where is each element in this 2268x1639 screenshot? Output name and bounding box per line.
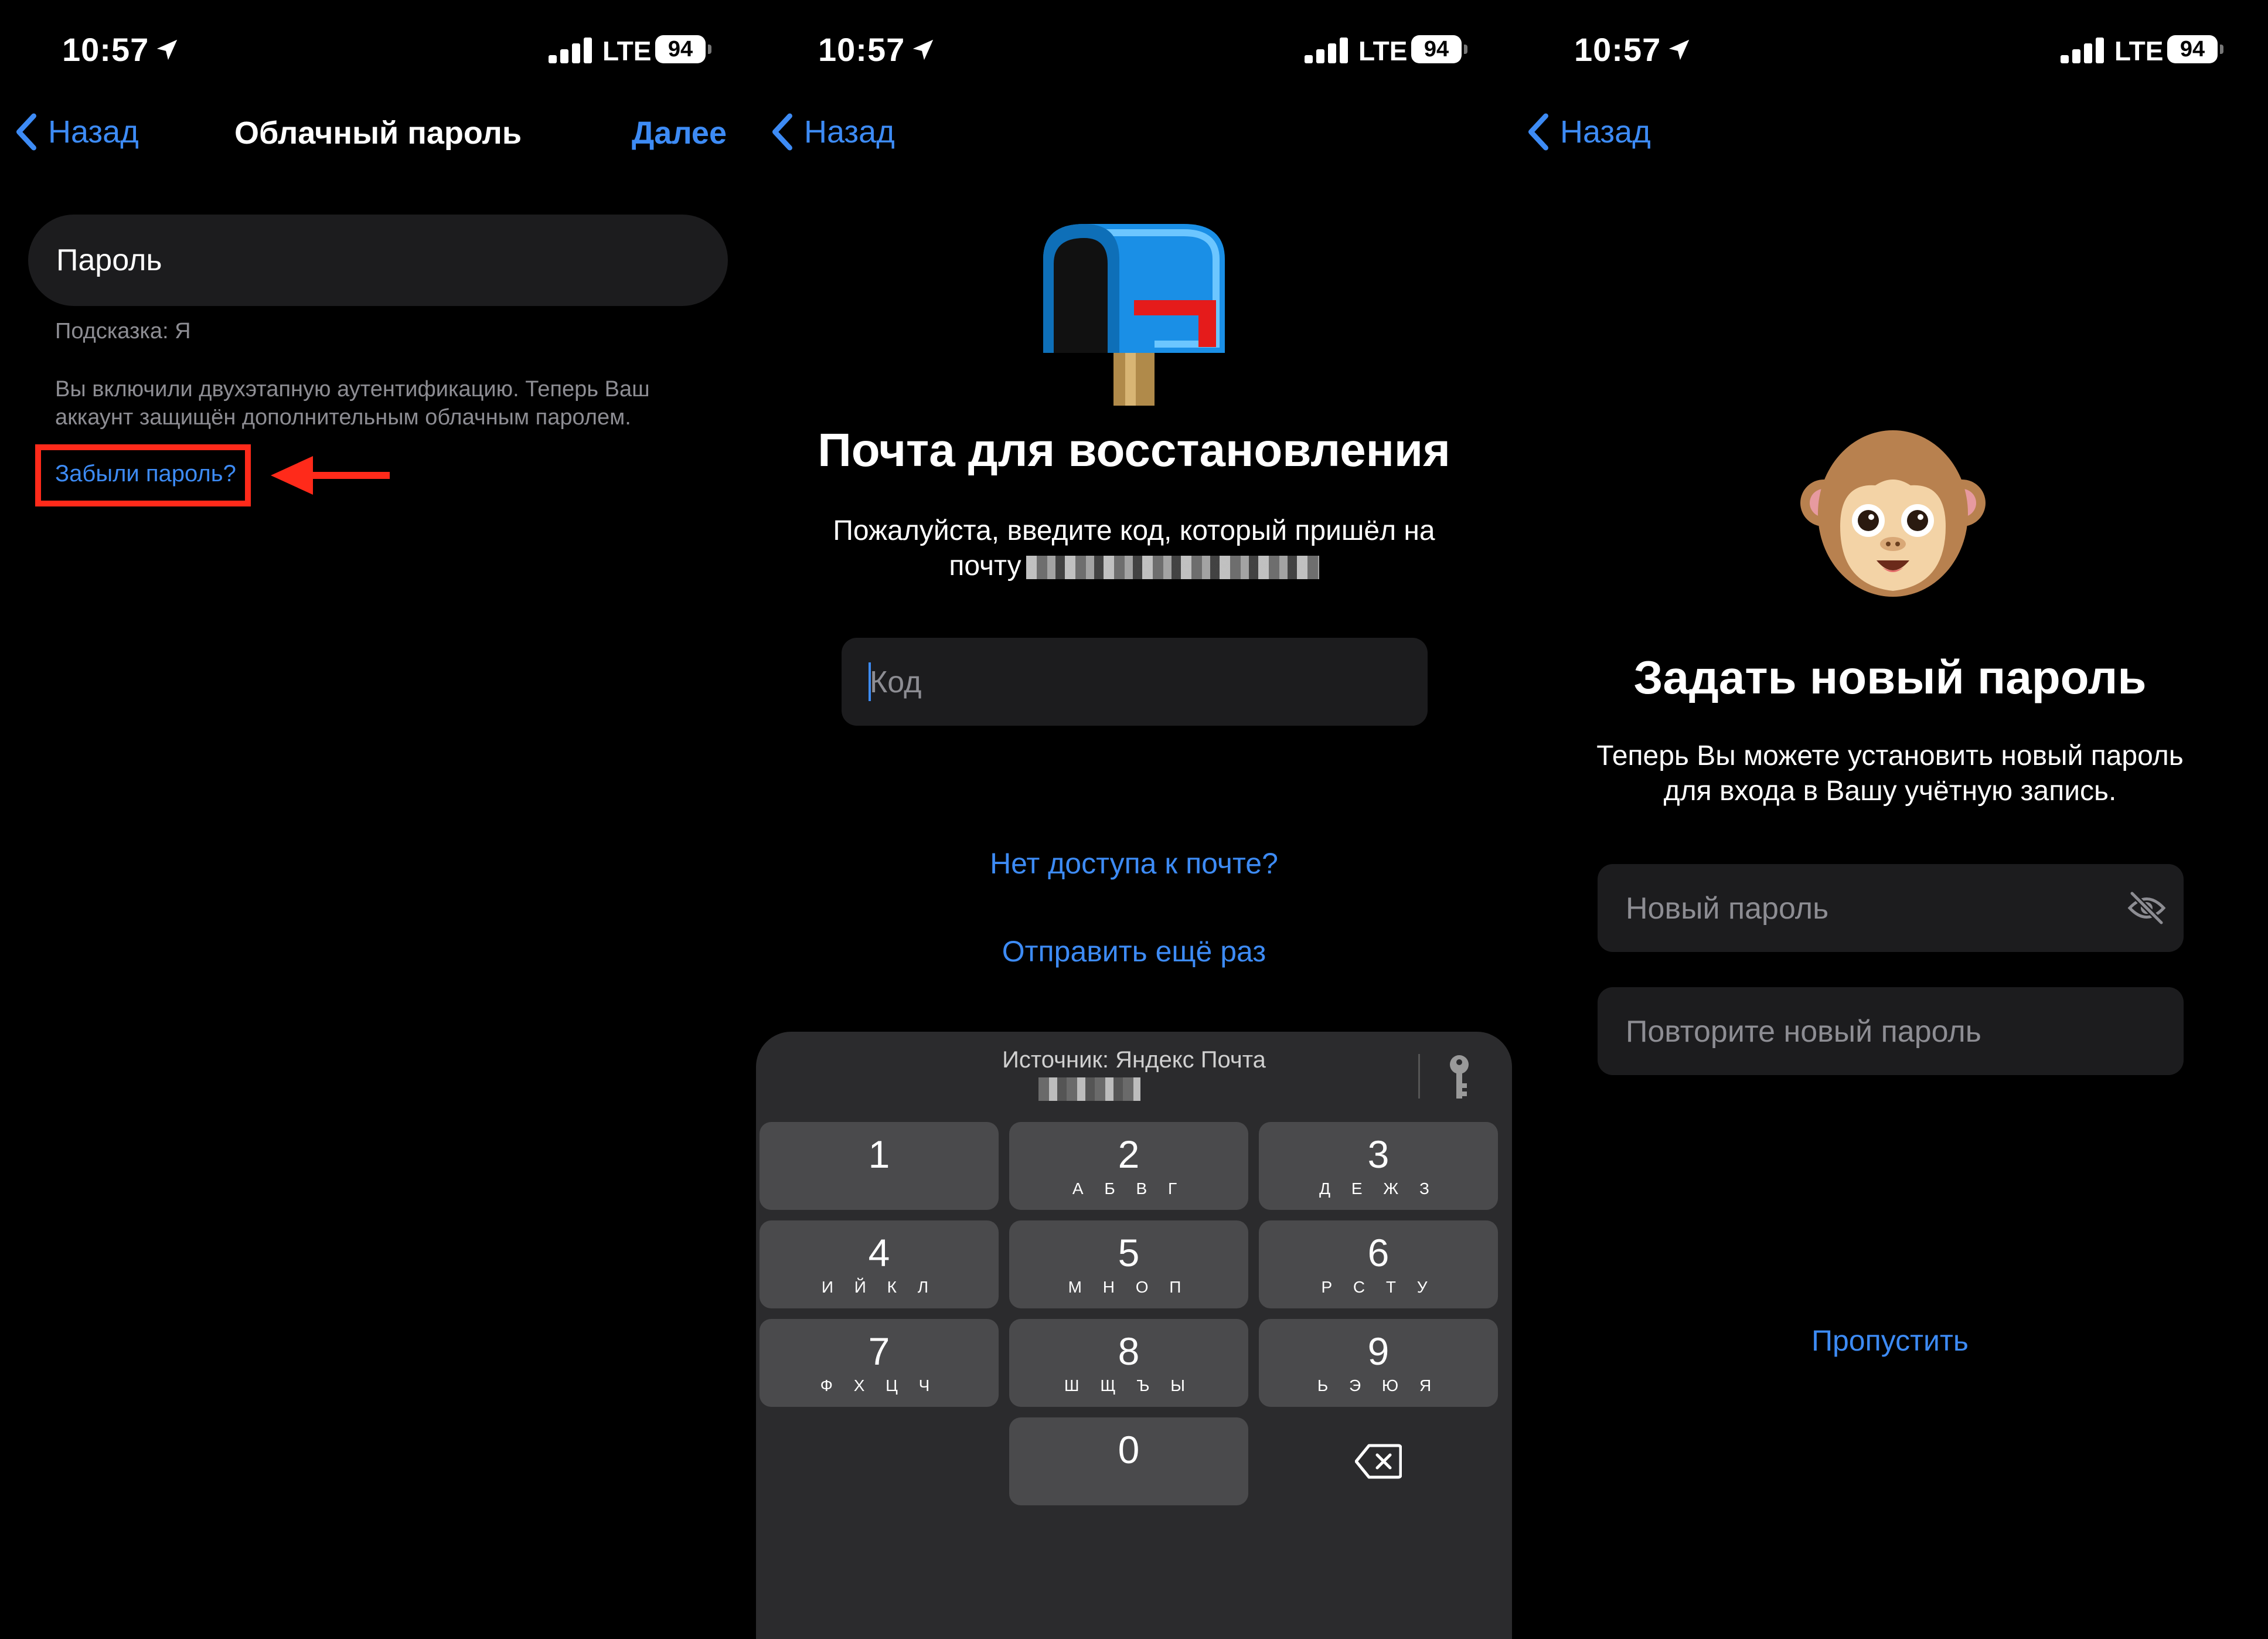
- cellular-signal-icon: [2061, 38, 2104, 63]
- code-placeholder: Код: [870, 665, 922, 699]
- instructions-line-1: Пожалуйста, введите код, который пришёл …: [833, 515, 1435, 546]
- key-5[interactable]: 5 М Н О П: [1009, 1220, 1248, 1308]
- recovery-instructions: Пожалуйста, введите код, который пришёл …: [803, 514, 1465, 584]
- key-9[interactable]: 9 Ь Э Ю Я: [1259, 1319, 1498, 1407]
- status-time: 10:57: [1574, 31, 1661, 68]
- network-type: LTE: [602, 36, 652, 66]
- autofill-source-label[interactable]: Источник: Яндекс Почта: [756, 1047, 1512, 1073]
- battery-icon: 94: [655, 35, 711, 64]
- screen-new-password: 10:57 LTE 94 Назад Задать новый пароль Т…: [1512, 0, 2268, 1639]
- key-letters: М Н О П: [1068, 1278, 1190, 1296]
- key-letters: Ш Щ Ъ Ы: [1064, 1376, 1194, 1395]
- back-label: Назад: [1560, 114, 1651, 149]
- repeat-password-placeholder: Повторите новый пароль: [1626, 1015, 1981, 1049]
- cellular-signal-icon: [549, 38, 592, 63]
- key-letters: Р С Т У: [1321, 1278, 1436, 1296]
- description-line-2: для входа в Вашу учётную запись.: [1663, 776, 2117, 807]
- new-password-description: Теперь Вы можете установить новый пароль…: [1559, 739, 2221, 809]
- description-line-1: Теперь Вы можете установить новый пароль: [1596, 740, 2184, 771]
- battery-level: 94: [2167, 35, 2218, 63]
- key-letters: Ф Х Ц Ч: [820, 1376, 938, 1395]
- repeat-password-input[interactable]: Повторите новый пароль: [1598, 987, 2184, 1075]
- new-password-title: Задать новый пароль: [1633, 651, 2147, 703]
- mailbox-icon: [1043, 224, 1225, 406]
- no-email-access-link[interactable]: Нет доступа к почте?: [756, 846, 1512, 880]
- key-4[interactable]: 4 И Й К Л: [760, 1220, 999, 1308]
- redacted-autofill-code[interactable]: [1038, 1077, 1140, 1101]
- screen-cloud-password: 10:57 LTE 94 Назад Облачный пароль Далее…: [0, 0, 756, 1639]
- key-letters: А Б В Г: [1072, 1179, 1186, 1198]
- key-7[interactable]: 7 Ф Х Ц Ч: [760, 1319, 999, 1407]
- network-type: LTE: [2114, 36, 2164, 66]
- monkey-emoji-icon: [1800, 430, 1986, 597]
- key-digit: 7: [868, 1329, 890, 1373]
- key-icon[interactable]: [1448, 1054, 1471, 1102]
- key-8[interactable]: 8 Ш Щ Ъ Ы: [1009, 1319, 1248, 1407]
- battery-icon: 94: [2167, 35, 2223, 64]
- eye-slash-icon[interactable]: [2127, 890, 2166, 926]
- key-digit: 0: [1118, 1428, 1140, 1471]
- password-input[interactable]: Пароль: [28, 215, 728, 306]
- delete-key[interactable]: [1259, 1417, 1498, 1505]
- battery-level: 94: [655, 35, 706, 63]
- key-digit: 2: [1118, 1133, 1140, 1176]
- resend-code-link[interactable]: Отправить ещё раз: [756, 934, 1512, 968]
- key-digit: 8: [1118, 1329, 1140, 1373]
- instructions-email-label: почту: [949, 550, 1021, 582]
- code-input[interactable]: Код: [842, 638, 1428, 726]
- key-digit: 9: [1367, 1329, 1390, 1373]
- password-hint: Подсказка: Я: [55, 319, 191, 344]
- skip-link[interactable]: Пропустить: [1512, 1324, 2268, 1358]
- key-digit: 3: [1367, 1133, 1390, 1176]
- two-step-description: Вы включили двухэтапную аутентификацию. …: [55, 377, 650, 430]
- key-digit: 5: [1118, 1231, 1140, 1274]
- location-arrow-icon: [1668, 39, 1690, 60]
- next-button[interactable]: Далее: [632, 115, 727, 151]
- key-letters: Ь Э Ю Я: [1317, 1376, 1440, 1395]
- back-label: Назад: [804, 114, 895, 149]
- new-password-placeholder: Новый пароль: [1626, 892, 1829, 926]
- status-time: 10:57: [62, 31, 149, 68]
- key-letters: Д Е Ж З: [1319, 1179, 1438, 1198]
- battery-icon: 94: [1411, 35, 1467, 64]
- red-arrow-left-icon: [271, 456, 390, 495]
- chevron-left-icon: [1528, 113, 1548, 151]
- network-type: LTE: [1358, 36, 1408, 66]
- back-button[interactable]: Назад: [1526, 111, 1651, 152]
- location-arrow-icon: [912, 39, 934, 60]
- back-button[interactable]: Назад: [770, 111, 895, 152]
- instructions-line-2: почту: [803, 549, 1465, 584]
- key-0[interactable]: 0: [1009, 1417, 1248, 1505]
- key-letters: И Й К Л: [821, 1278, 937, 1296]
- key-digit: 6: [1367, 1231, 1390, 1274]
- numeric-keyboard: Источник: Яндекс Почта 1 2 А Б В Г 3 Д Е Ж…: [756, 1032, 1512, 1639]
- forgot-password-link[interactable]: Забыли пароль?: [55, 461, 236, 487]
- password-placeholder: Пароль: [56, 243, 162, 277]
- new-password-input[interactable]: Новый пароль: [1598, 864, 2184, 952]
- status-time: 10:57: [818, 31, 905, 68]
- key-digit: 1: [868, 1133, 890, 1176]
- key-6[interactable]: 6 Р С Т У: [1259, 1220, 1498, 1308]
- key-2[interactable]: 2 А Б В Г: [1009, 1122, 1248, 1210]
- redacted-email: [1026, 556, 1319, 580]
- location-arrow-icon: [156, 39, 178, 60]
- screen-recovery-email: 10:57 LTE 94 Назад Почта для восстановле…: [756, 0, 1512, 1639]
- chevron-left-icon: [772, 113, 792, 151]
- battery-level: 94: [1411, 35, 1462, 63]
- divider: [1418, 1054, 1420, 1099]
- key-1[interactable]: 1: [760, 1122, 999, 1210]
- cellular-signal-icon: [1305, 38, 1348, 63]
- key-digit: 4: [868, 1231, 890, 1274]
- recovery-title: Почта для восстановления: [818, 424, 1450, 476]
- key-3[interactable]: 3 Д Е Ж З: [1259, 1122, 1498, 1210]
- backspace-icon: [1355, 1444, 1402, 1479]
